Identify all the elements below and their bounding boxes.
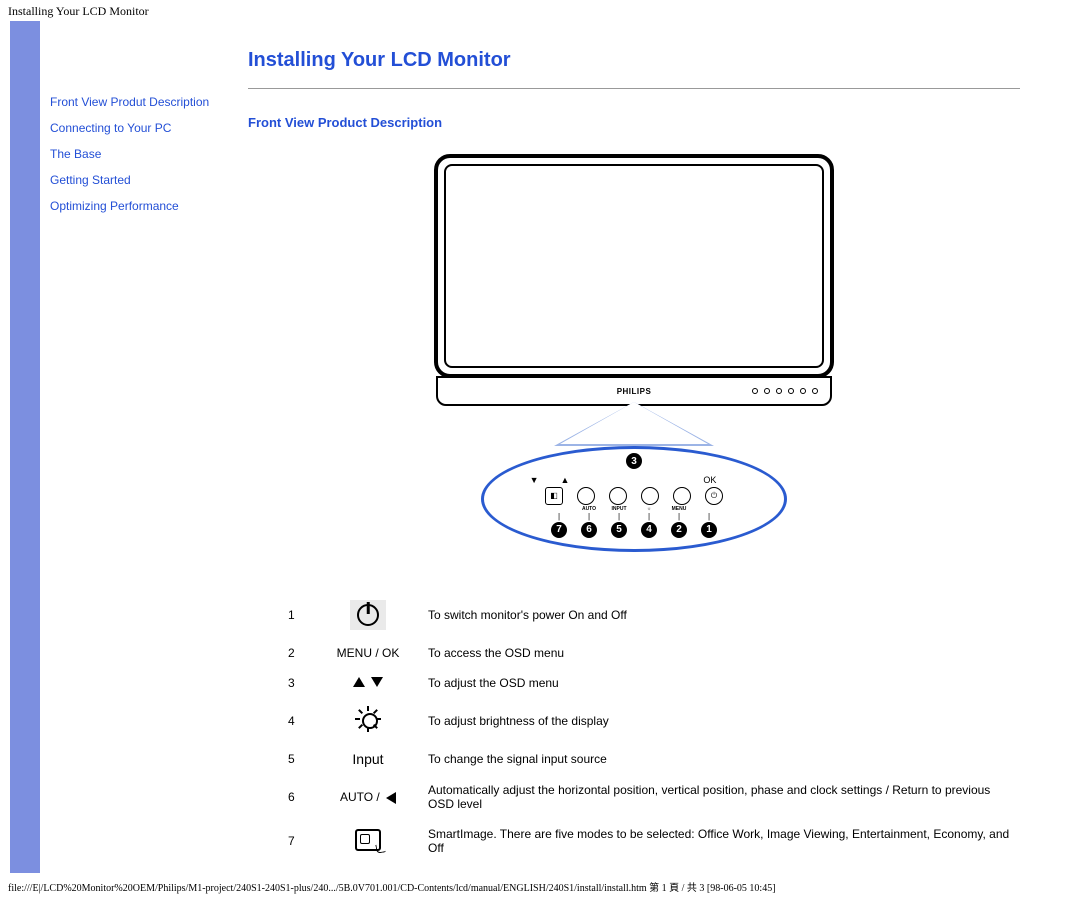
table-row: 4 To adjust brightness of the display bbox=[278, 698, 1020, 743]
input-button-icon bbox=[609, 487, 627, 505]
table-row: 2 MENU / OK To access the OSD menu bbox=[278, 638, 1020, 668]
zoom-beam bbox=[434, 406, 834, 446]
brightness-icon bbox=[318, 698, 418, 743]
window-title: Installing Your LCD Monitor bbox=[0, 0, 1080, 21]
callout-badge: 2 bbox=[671, 522, 687, 538]
row-number: 5 bbox=[278, 743, 318, 775]
row-desc: To change the signal input source bbox=[418, 743, 1020, 775]
callout-badge: 4 bbox=[641, 522, 657, 538]
row-desc: To switch monitor's power On and Off bbox=[418, 592, 1020, 638]
bezel-buttons bbox=[752, 388, 818, 394]
sidebar-link-front-view[interactable]: Front View Produt Description bbox=[40, 89, 230, 115]
callout-badge: 5 bbox=[611, 522, 627, 538]
sidebar-link-optimizing[interactable]: Optimizing Performance bbox=[40, 193, 230, 219]
sidebar: Front View Produt Description Connecting… bbox=[40, 21, 230, 873]
sidebar-link-getting-started[interactable]: Getting Started bbox=[40, 167, 230, 193]
power-button-icon: ⏻ bbox=[705, 487, 723, 505]
row-number: 6 bbox=[278, 775, 318, 819]
section-heading: Front View Product Description bbox=[248, 115, 1020, 130]
row-number: 2 bbox=[278, 638, 318, 668]
row-desc: To adjust brightness of the display bbox=[418, 698, 1020, 743]
row-desc: SmartImage. There are five modes to be s… bbox=[418, 819, 1020, 863]
bezel-dot-icon bbox=[812, 388, 818, 394]
table-row: 7 SmartImage. There are five modes to be… bbox=[278, 819, 1020, 863]
page-body: Front View Produt Description Connecting… bbox=[0, 21, 1080, 873]
sidebar-link-the-base[interactable]: The Base bbox=[40, 141, 230, 167]
brightness-button-icon bbox=[641, 487, 659, 505]
menu-ok-icon: MENU / OK bbox=[318, 638, 418, 668]
table-row: 3 To adjust the OSD menu bbox=[278, 668, 1020, 698]
tick-row: |||||| bbox=[551, 512, 717, 521]
arrow-down-icon: ▼ bbox=[530, 475, 539, 485]
auto-button-icon bbox=[577, 487, 595, 505]
monitor-frame bbox=[434, 154, 834, 378]
row-icon-cell bbox=[318, 592, 418, 638]
description-table: 1 To switch monitor's power On and Off 2… bbox=[278, 592, 1020, 863]
row-number: 3 bbox=[278, 668, 318, 698]
bezel-dot-icon bbox=[800, 388, 806, 394]
row-number: 1 bbox=[278, 592, 318, 638]
monitor-screen bbox=[444, 164, 824, 368]
row-number: 4 bbox=[278, 698, 318, 743]
divider bbox=[248, 88, 1020, 89]
input-icon: Input bbox=[318, 743, 418, 775]
callout-badge-3: 3 bbox=[626, 453, 642, 469]
callout-badge: 1 bbox=[701, 522, 717, 538]
menu-button-icon bbox=[673, 487, 691, 505]
table-row: 5 Input To change the signal input sourc… bbox=[278, 743, 1020, 775]
main-content: Installing Your LCD Monitor Front View P… bbox=[230, 21, 1080, 873]
ok-label: OK bbox=[703, 475, 716, 485]
footer-path: file:///E|/LCD%20Monitor%20OEM/Philips/M… bbox=[0, 873, 1080, 900]
callout-numbers-row: 7 6 5 4 2 1 bbox=[551, 522, 717, 538]
sidebar-link-connecting[interactable]: Connecting to Your PC bbox=[40, 115, 230, 141]
brand-logo: PHILIPS bbox=[617, 387, 652, 396]
bezel-dot-icon bbox=[776, 388, 782, 394]
row-desc: To adjust the OSD menu bbox=[418, 668, 1020, 698]
bezel-dot-icon bbox=[788, 388, 794, 394]
callout-badge: 6 bbox=[581, 522, 597, 538]
power-icon bbox=[350, 600, 386, 630]
row-number: 7 bbox=[278, 819, 318, 863]
control-buttons-row: ◧ ⏻ bbox=[545, 487, 723, 505]
callout-badge: 7 bbox=[551, 522, 567, 538]
left-accent-bar bbox=[10, 21, 40, 873]
control-panel-oval: 3 ▼ ▲ OK ◧ ⏻ AUTO bbox=[481, 446, 787, 552]
smartimage-button-icon: ◧ bbox=[545, 487, 563, 505]
row-desc: To access the OSD menu bbox=[418, 638, 1020, 668]
up-down-icon bbox=[318, 668, 418, 698]
auto-back-icon: AUTO / bbox=[318, 775, 418, 819]
monitor-diagram: PHILIPS 3 ▼ ▲ OK bbox=[434, 154, 834, 552]
table-row: 1 To switch monitor's power On and Off bbox=[278, 592, 1020, 638]
smartimage-icon bbox=[318, 819, 418, 863]
arrow-labels: ▼ ▲ OK bbox=[538, 475, 731, 485]
table-row: 6 AUTO / Automatically adjust the horizo… bbox=[278, 775, 1020, 819]
bezel-dot-icon bbox=[764, 388, 770, 394]
bezel-dot-icon bbox=[752, 388, 758, 394]
row-desc: Automatically adjust the horizontal posi… bbox=[418, 775, 1020, 819]
arrow-up-icon: ▲ bbox=[560, 475, 569, 485]
page-title: Installing Your LCD Monitor bbox=[248, 49, 1020, 72]
